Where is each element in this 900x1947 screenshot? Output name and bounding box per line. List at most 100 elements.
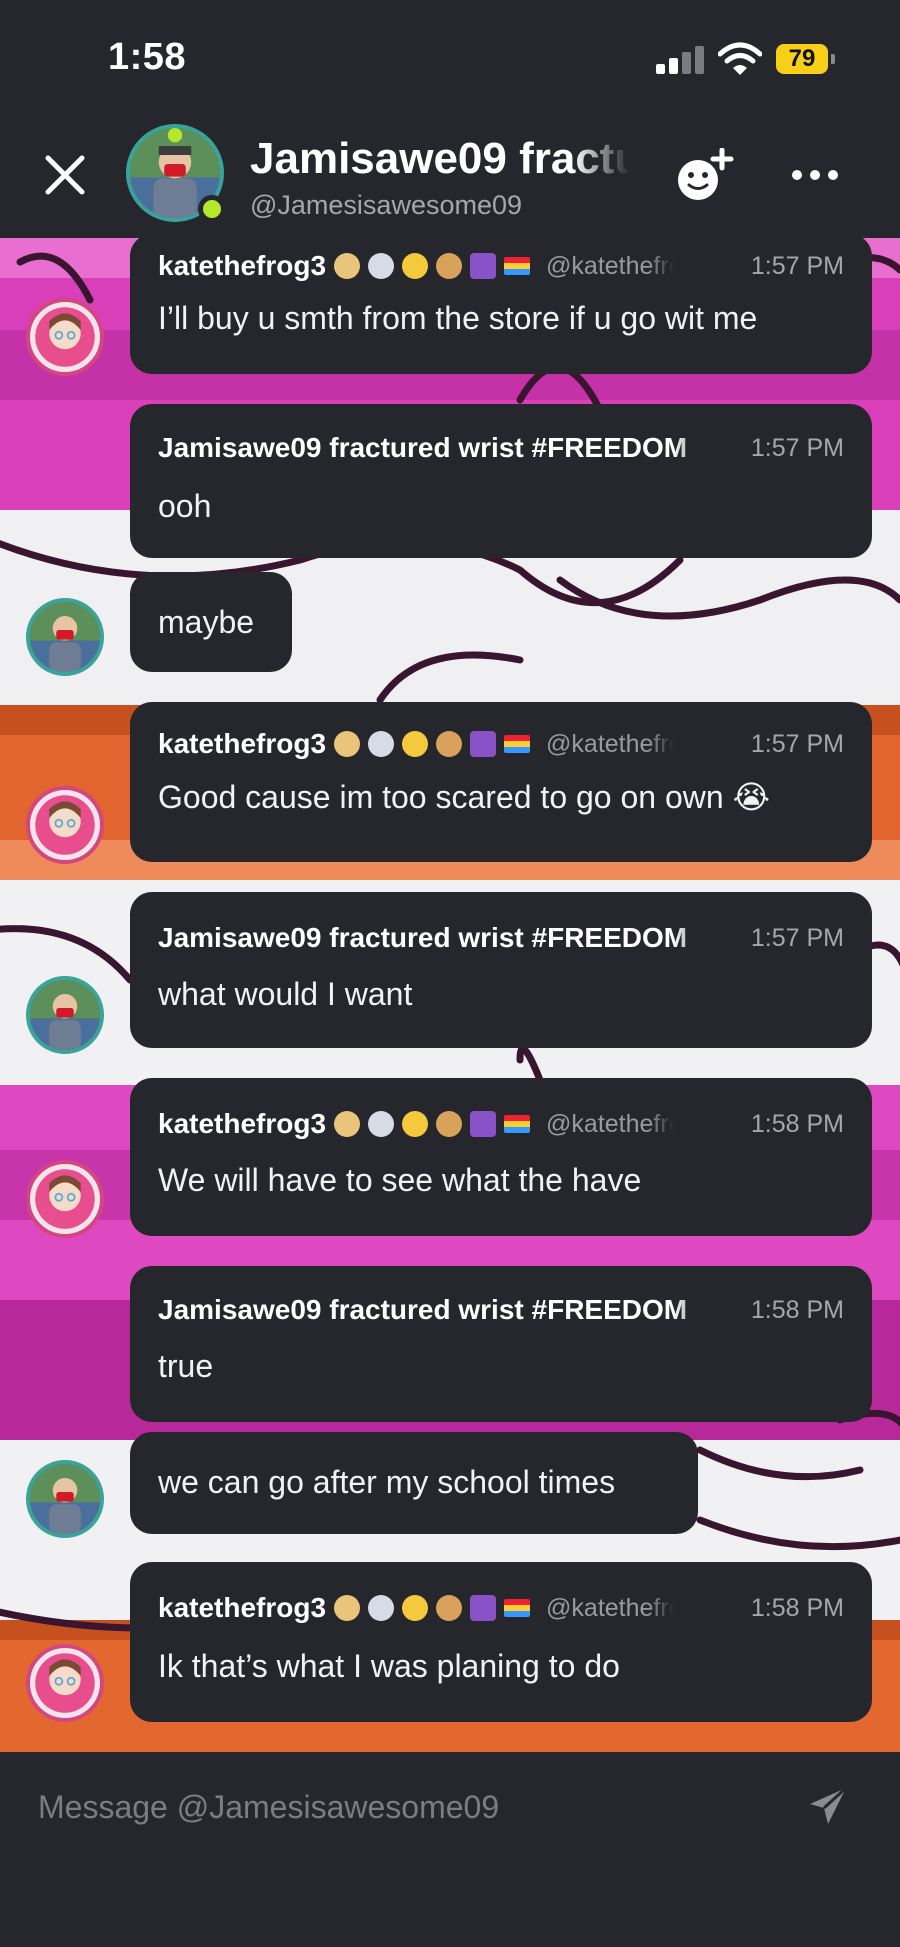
- message-author[interactable]: katethefrog3: [158, 1108, 326, 1140]
- message-bubble[interactable]: katethefrog3 @katethefrog3 1:58 PM Ik th…: [130, 1562, 872, 1722]
- message-text: maybe: [158, 604, 255, 640]
- bulb-badge-icon: [368, 1595, 395, 1621]
- avatar[interactable]: [26, 1160, 104, 1238]
- message-bubble[interactable]: katethefrog3 @katethefrog3 1:58 PM We wi…: [130, 1078, 872, 1236]
- message-timestamp: 1:58 PM: [750, 1594, 844, 1622]
- bread-badge-icon: [334, 253, 361, 279]
- cookie-badge-icon: [436, 1111, 463, 1137]
- message-composer: [0, 1752, 900, 1947]
- virgo-badge-icon: [470, 731, 497, 757]
- wifi-icon: [718, 42, 762, 75]
- message-header: katethefrog3 @katethefrog3 1:57 PM: [158, 250, 844, 286]
- avatar[interactable]: [26, 298, 104, 376]
- message-text: what would I want: [158, 976, 413, 1012]
- message-timestamp: 1:58 PM: [750, 1110, 844, 1138]
- message-text: true: [158, 1348, 214, 1384]
- cookie-badge-icon: [436, 731, 463, 757]
- message-bubble[interactable]: we can go after my school times: [130, 1432, 698, 1534]
- message-author[interactable]: Jamisawe09 fractured wrist #FREEDOM: [158, 1294, 718, 1326]
- close-icon[interactable]: [40, 150, 90, 200]
- avatar-illustration: [35, 307, 95, 367]
- avatar[interactable]: [26, 598, 104, 676]
- dizzy-badge-icon: [402, 731, 429, 757]
- rainbow-flag-icon: [504, 1115, 531, 1133]
- rainbow-flag-icon: [504, 1599, 531, 1617]
- message-bubble[interactable]: katethefrog3 @katethefrog3 1:57 PM I’ll …: [130, 234, 872, 374]
- message-author[interactable]: katethefrog3: [158, 728, 326, 760]
- message-bubble[interactable]: katethefrog3 @katethefrog3 1:57 PM Good …: [130, 702, 872, 862]
- message-bubble[interactable]: Jamisawe09 fractured wrist #FREEDOM 1:57…: [130, 404, 872, 558]
- bread-badge-icon: [334, 731, 361, 757]
- message-author[interactable]: katethefrog3: [158, 250, 326, 282]
- battery-level: 79: [776, 44, 828, 74]
- avatar[interactable]: [26, 1460, 104, 1538]
- message-author[interactable]: katethefrog3: [158, 1592, 326, 1624]
- message-timestamp: 1:57 PM: [750, 252, 844, 280]
- message-input[interactable]: [38, 1784, 778, 1830]
- bulb-badge-icon: [368, 1111, 395, 1137]
- message-header: katethefrog3 @katethefrog3 1:58 PM: [158, 1592, 844, 1628]
- message-bubble[interactable]: Jamisawe09 fractured wrist #FREEDOM 1:57…: [130, 892, 872, 1048]
- status-bar: 1:58 79: [0, 0, 900, 110]
- virgo-badge-icon: [470, 1111, 497, 1137]
- bulb-badge-icon: [368, 731, 395, 757]
- message-handle: @katethefrog3: [546, 1593, 674, 1622]
- message-bubble[interactable]: Jamisawe09 fractured wrist #FREEDOM 1:58…: [130, 1266, 872, 1422]
- avatar[interactable]: [26, 786, 104, 864]
- online-status-dot: [198, 195, 226, 223]
- bread-badge-icon: [334, 1595, 361, 1621]
- avatar-illustration: [35, 1169, 95, 1229]
- dizzy-badge-icon: [402, 1111, 429, 1137]
- message-header: Jamisawe09 fractured wrist #FREEDOM 1:58…: [158, 1294, 844, 1330]
- more-icon[interactable]: [790, 162, 840, 188]
- send-icon[interactable]: [806, 1784, 850, 1828]
- virgo-badge-icon: [470, 1595, 497, 1621]
- message-handle: @katethefrog3: [546, 729, 674, 758]
- bulb-badge-icon: [368, 253, 395, 279]
- header-title[interactable]: Jamisawe09 fractured wrist #FREEDOM: [250, 134, 630, 184]
- message-header: katethefrog3 @katethefrog3 1:57 PM: [158, 728, 844, 764]
- message-author[interactable]: Jamisawe09 fractured wrist #FREEDOM: [158, 922, 718, 954]
- virgo-badge-icon: [470, 253, 497, 279]
- header-handle: @Jamesisawesome09: [250, 190, 523, 220]
- signal-icon: [656, 46, 704, 74]
- avatar[interactable]: [26, 1644, 104, 1722]
- dm-header: Jamisawe09 fractured wrist #FREEDOM @Jam…: [0, 110, 900, 238]
- rainbow-flag-icon: [504, 257, 531, 275]
- message-header: Jamisawe09 fractured wrist #FREEDOM 1:57…: [158, 922, 844, 958]
- message-timestamp: 1:57 PM: [750, 434, 844, 462]
- message-header: katethefrog3 @katethefrog3 1:58 PM: [158, 1108, 844, 1144]
- message-text: We will have to see what the have: [158, 1162, 642, 1198]
- author-row: katethefrog3 @katethefrog3: [158, 1108, 674, 1140]
- status-time: 1:58: [108, 36, 187, 78]
- message-timestamp: 1:57 PM: [750, 924, 844, 952]
- message-text: we can go after my school times: [158, 1464, 616, 1500]
- message-header: Jamisawe09 fractured wrist #FREEDOM 1:57…: [158, 432, 844, 468]
- avatar[interactable]: [26, 976, 104, 1054]
- battery-indicator: 79: [776, 44, 836, 74]
- message-text: Good cause im too scared to go on own 😭: [158, 779, 770, 815]
- rainbow-flag-icon: [504, 735, 531, 753]
- avatar-illustration: [35, 1653, 95, 1713]
- bread-badge-icon: [334, 1111, 361, 1137]
- message-handle: @katethefrog3: [546, 1109, 674, 1138]
- message-list[interactable]: katethefrog3 @katethefrog3 1:57 PM I’ll …: [0, 234, 900, 1752]
- author-row: katethefrog3 @katethefrog3: [158, 728, 674, 760]
- message-timestamp: 1:57 PM: [750, 730, 844, 758]
- message-handle: @katethefrog3: [546, 251, 674, 280]
- cookie-badge-icon: [436, 1595, 463, 1621]
- message-bubble[interactable]: maybe: [130, 572, 292, 672]
- author-row: katethefrog3 @katethefrog3: [158, 250, 674, 282]
- battery-cap: [831, 54, 835, 64]
- cookie-badge-icon: [436, 253, 463, 279]
- avatar-illustration: [30, 980, 100, 1050]
- avatar-illustration: [35, 795, 95, 855]
- dizzy-badge-icon: [402, 1595, 429, 1621]
- add-friend-icon[interactable]: [674, 148, 736, 206]
- dizzy-badge-icon: [402, 253, 429, 279]
- avatar-illustration: [30, 602, 100, 672]
- message-text: ooh: [158, 488, 212, 524]
- message-author[interactable]: Jamisawe09 fractured wrist #FREEDOM: [158, 432, 718, 464]
- message-text: Ik that’s what I was planing to do: [158, 1648, 620, 1684]
- author-row: katethefrog3 @katethefrog3: [158, 1592, 674, 1624]
